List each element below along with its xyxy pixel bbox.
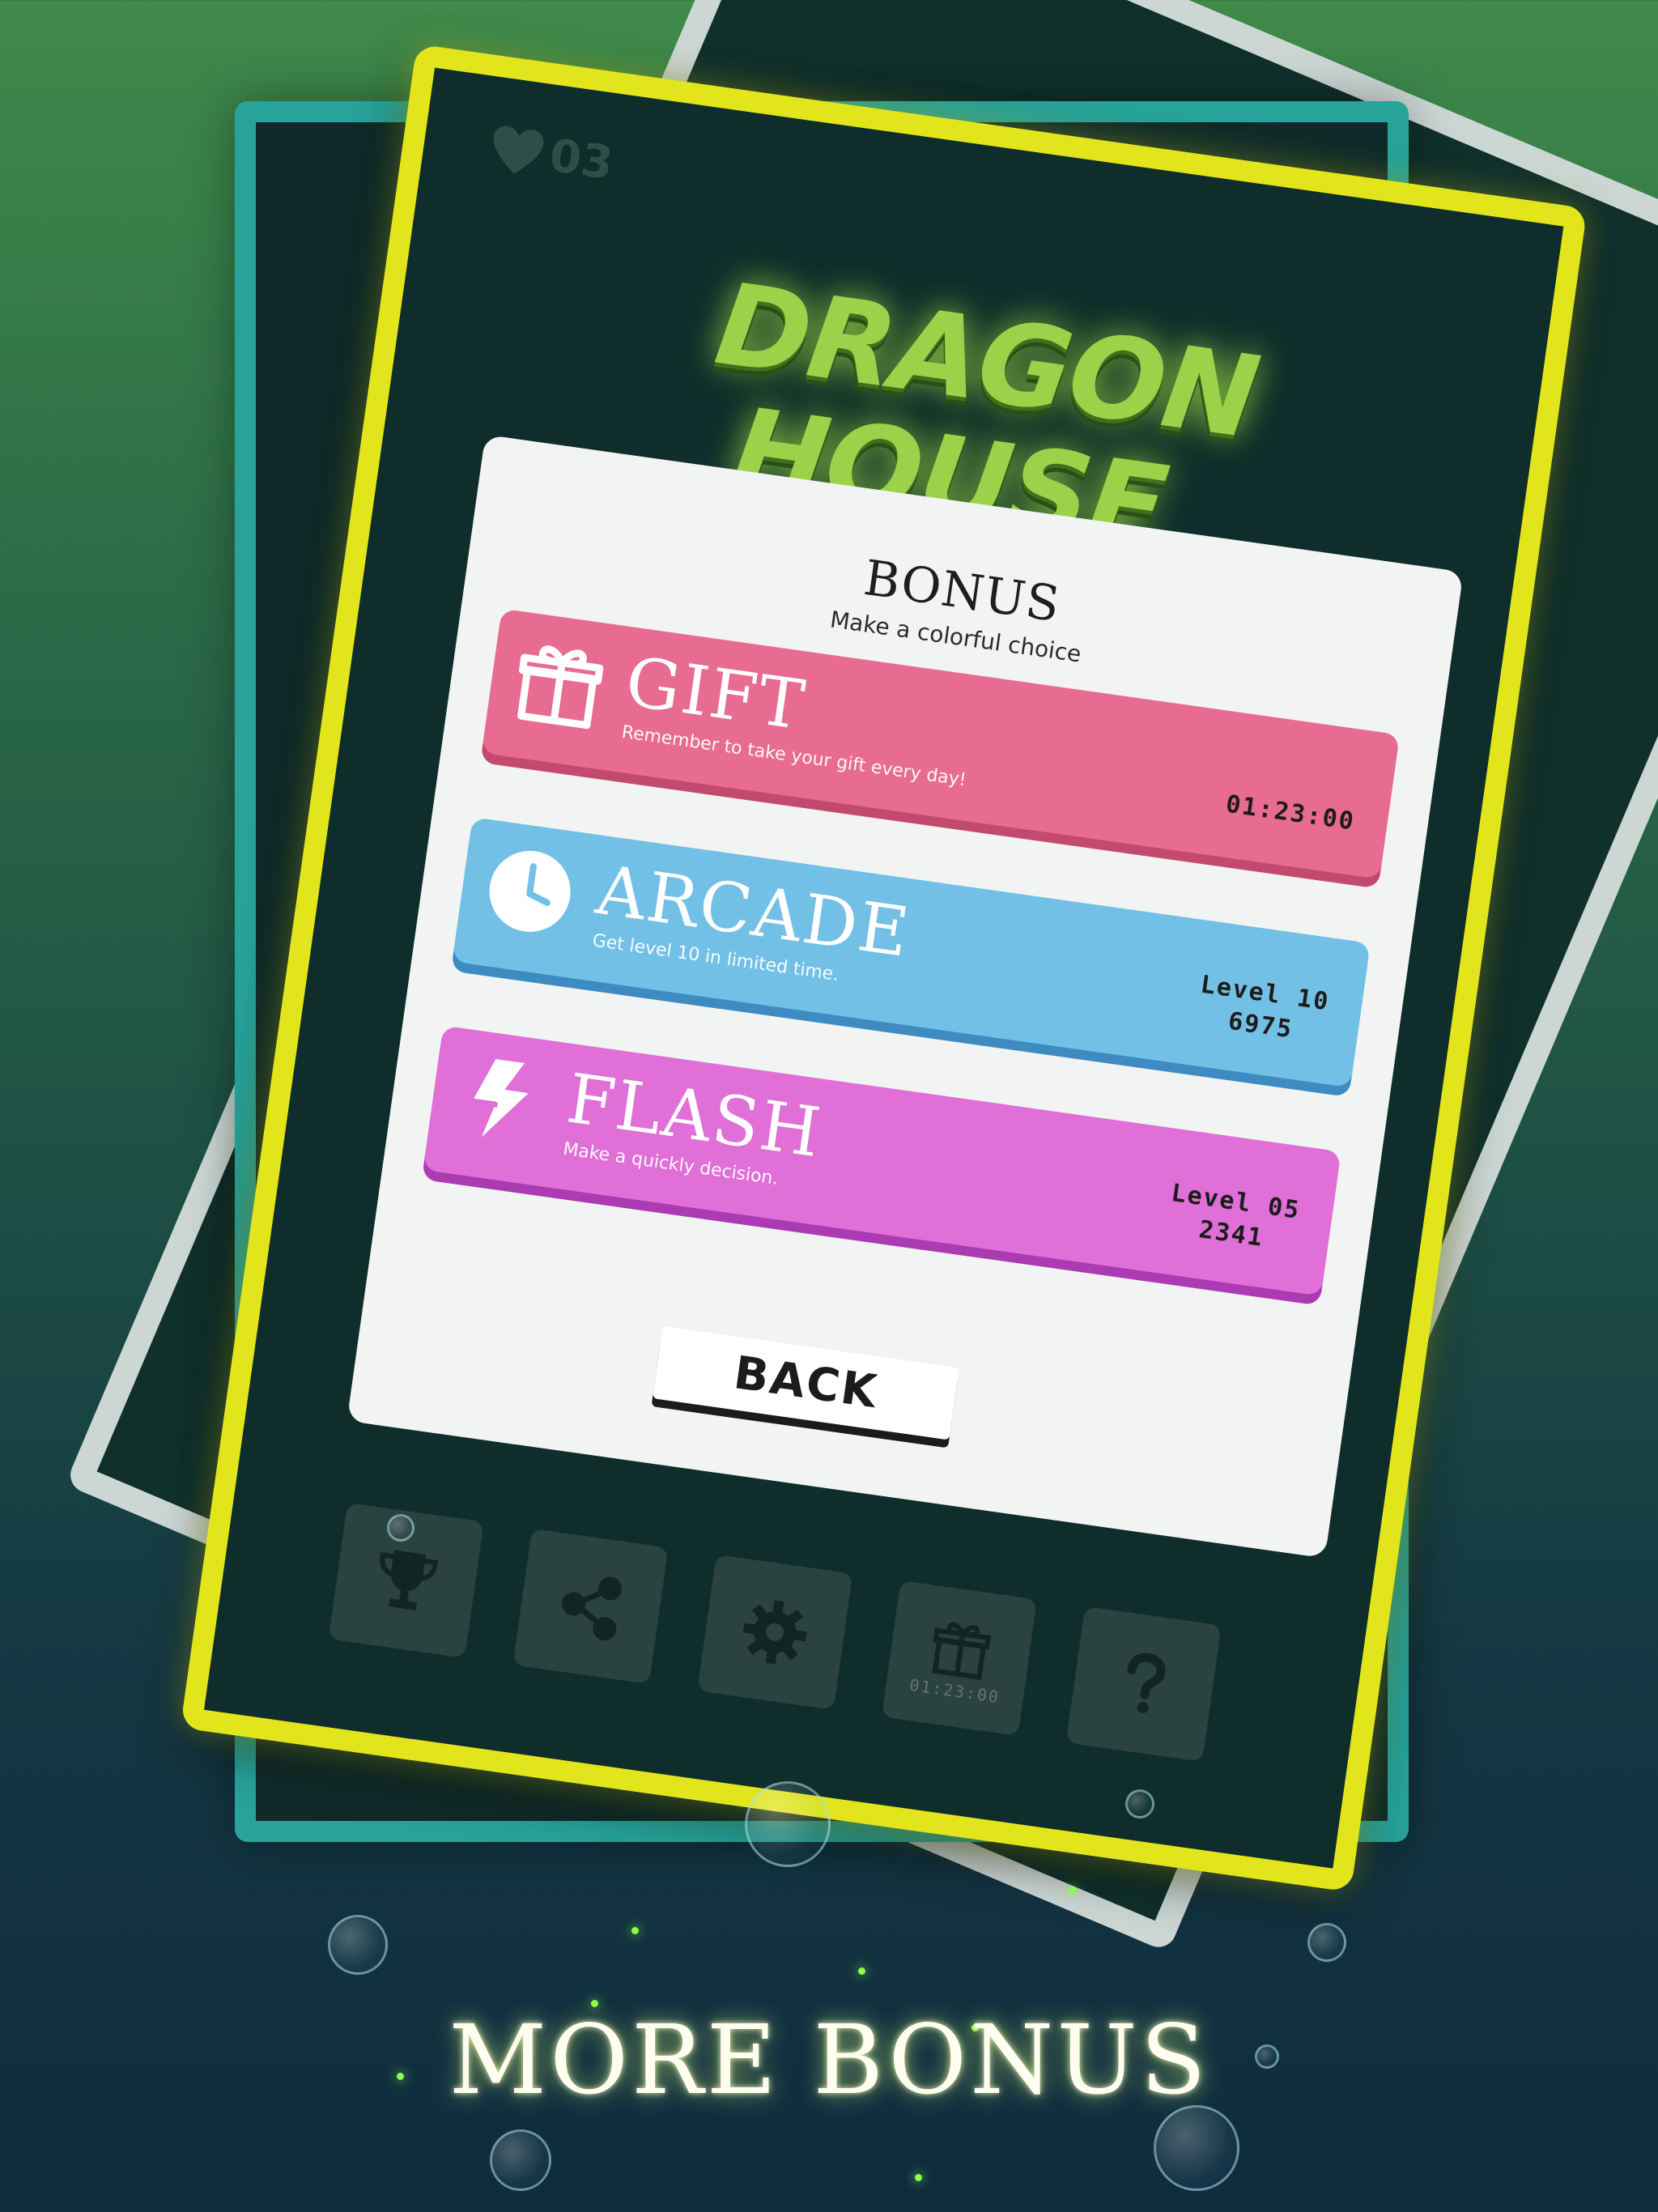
bubble-decoration: [1125, 1789, 1154, 1819]
lives-counter: 03: [486, 121, 616, 190]
clock-icon: [489, 850, 571, 932]
bubble-decoration: [328, 1915, 388, 1975]
promo-caption: MORE BONUS: [449, 2004, 1209, 2116]
bubble-decoration: [490, 2129, 551, 2191]
spark-decoration: [858, 1967, 865, 1975]
spark-decoration: [915, 2174, 922, 2181]
spark-decoration: [631, 1927, 639, 1934]
help-button[interactable]: [1065, 1606, 1222, 1762]
settings-button[interactable]: [697, 1554, 853, 1710]
phone-screen: 03 DRAGON HOUSE BONUS Make a colorful ch…: [180, 44, 1588, 1893]
question-icon: [1127, 1653, 1166, 1714]
spark-decoration: [1069, 1887, 1076, 1894]
lives-count: 03: [546, 129, 617, 191]
bonus-panel: BONUS Make a colorful choice GIFT Rememb…: [346, 434, 1464, 1559]
bubble-decoration: [1154, 2105, 1239, 2191]
bubble-decoration: [745, 1781, 831, 1867]
bubble-decoration: [387, 1514, 414, 1542]
trophy-icon: [380, 1550, 439, 1610]
flash-stats: Level 05 2341: [1165, 1177, 1303, 1260]
heart-icon: [493, 125, 544, 174]
back-button[interactable]: BACK: [652, 1325, 959, 1440]
share-button[interactable]: [512, 1528, 669, 1684]
daily-gift-button[interactable]: 01:23:00: [881, 1580, 1037, 1736]
gift-timer-value: 01:23:00: [1224, 789, 1357, 836]
gift-icon: [932, 1622, 992, 1680]
arcade-stats: Level 10 6975: [1194, 969, 1332, 1052]
gear-icon: [742, 1600, 807, 1665]
lightning-icon: [474, 1059, 529, 1138]
gift-timer: 01:23:00: [1224, 789, 1358, 839]
share-icon: [562, 1576, 623, 1641]
bubble-decoration: [1307, 1923, 1346, 1962]
gift-icon: [517, 645, 604, 730]
